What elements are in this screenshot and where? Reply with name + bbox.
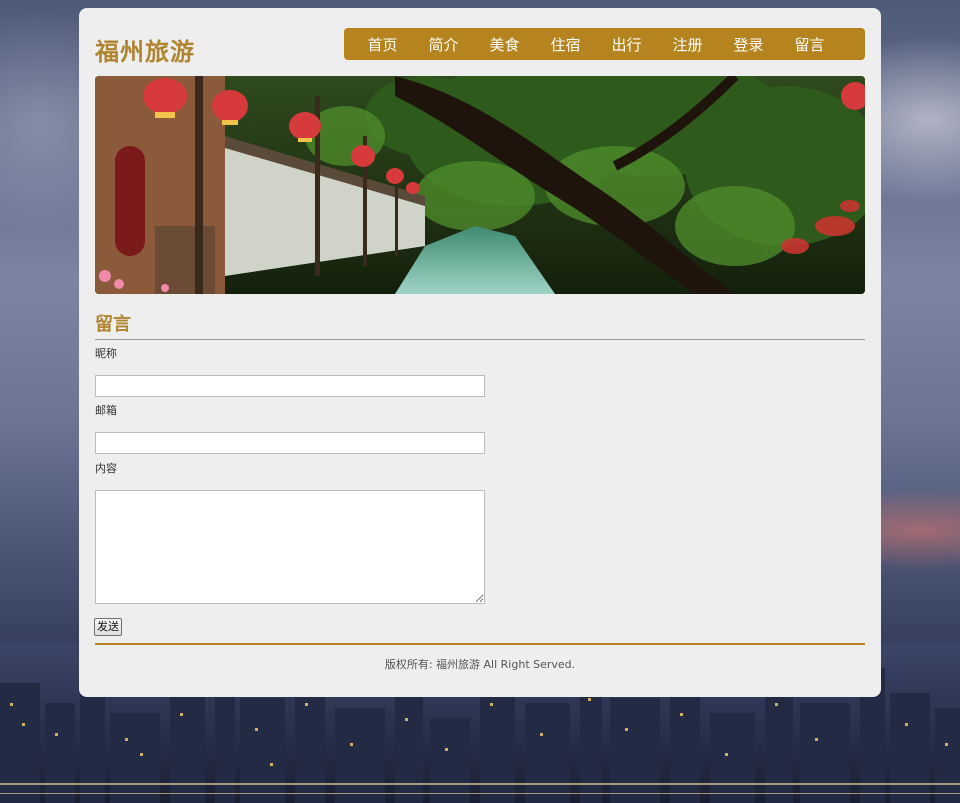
nickname-input[interactable] [95,375,485,397]
nav-item-lodging[interactable]: 住宿 [535,34,596,55]
footer-copyright: 版权所有: 福州旅游 All Right Served. [384,658,576,671]
nav-item-intro[interactable]: 简介 [413,34,474,55]
section-title: 留言 [95,314,131,335]
send-button[interactable]: 发送 [94,618,122,636]
nav-item-food[interactable]: 美食 [474,34,535,55]
nav-item-home[interactable]: 首页 [352,34,413,55]
email-label: 邮箱 [95,404,117,417]
content-label: 内容 [95,462,117,475]
main-nav: 首页 简介 美食 住宿 出行 注册 登录 留言 [344,28,865,60]
section-divider [95,339,865,340]
nav-item-travel[interactable]: 出行 [596,34,657,55]
canal-lanterns-image [95,76,865,294]
footer-divider [95,643,865,645]
main-panel: 福州旅游 首页 简介 美食 住宿 出行 注册 登录 留言 留言 昵称 邮箱 内容… [79,8,881,697]
banner-image [95,76,865,294]
nickname-label: 昵称 [95,347,117,360]
nav-item-register[interactable]: 注册 [657,34,718,55]
site-title: 福州旅游 [95,38,195,66]
content-textarea[interactable] [95,490,485,604]
email-input[interactable] [95,432,485,454]
nav-item-message[interactable]: 留言 [779,34,840,55]
nav-item-login[interactable]: 登录 [718,34,779,55]
